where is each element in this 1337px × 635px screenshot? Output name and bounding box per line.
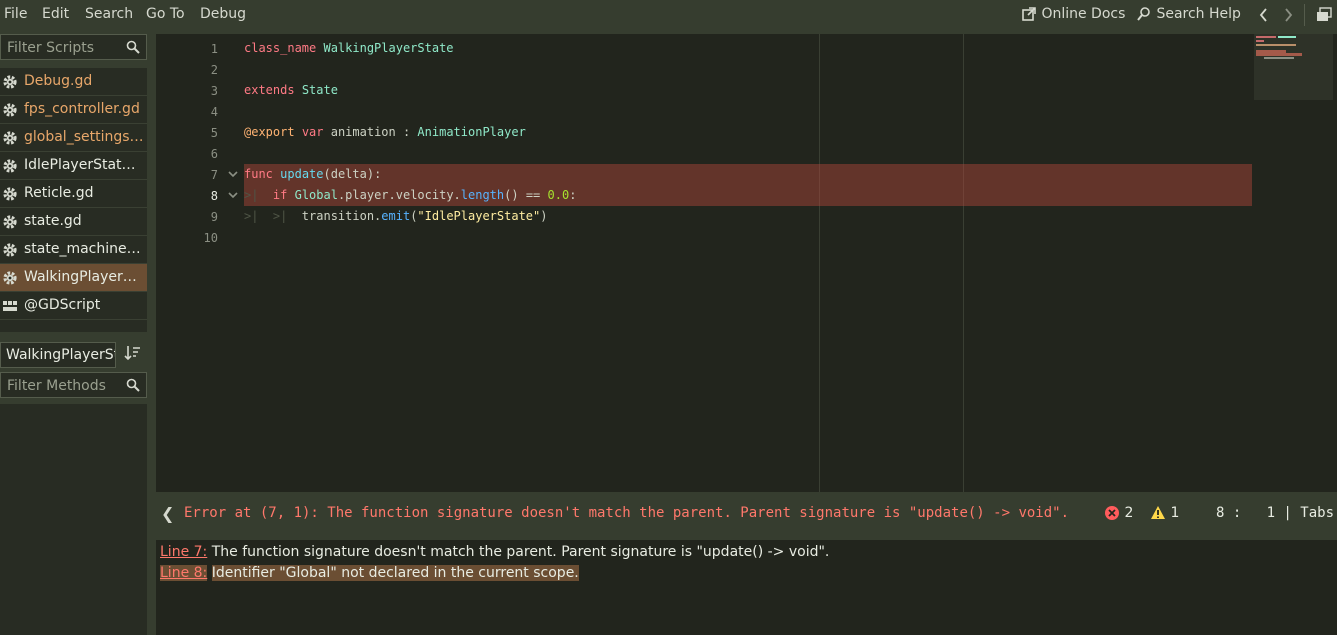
filter-scripts-box: [0, 34, 147, 60]
line-number: 1: [210, 42, 218, 56]
filter-methods-input[interactable]: [5, 376, 124, 396]
code-line-error: func update(delta):: [244, 164, 1252, 185]
cursor-position[interactable]: 8 : 1 | Tabs: [1216, 505, 1334, 521]
menu-go-to[interactable]: Go To: [146, 6, 185, 22]
collapse-chevron-icon[interactable]: ❮: [161, 504, 174, 523]
filter-methods-box: [0, 372, 147, 398]
line-number: 4: [210, 105, 218, 119]
help-search-icon: [1137, 7, 1150, 21]
search-icon: [126, 40, 140, 54]
error-entry: Line 7: The function signature doesn't m…: [160, 544, 829, 560]
gear-icon: [3, 159, 17, 173]
fold-chevron-icon[interactable]: [228, 191, 238, 199]
script-item-label: @GDScript: [24, 297, 101, 313]
script-item[interactable]: Debug.gd: [0, 68, 147, 96]
external-link-icon: [1022, 7, 1036, 21]
window-icon[interactable]: [1316, 7, 1332, 23]
chevron-right-icon[interactable]: [1282, 8, 1294, 22]
line-number: 2: [210, 63, 218, 77]
code-line: extends State: [244, 83, 338, 97]
line-number: 9: [210, 210, 218, 224]
chevron-left-icon[interactable]: [1258, 8, 1270, 22]
error-line-link[interactable]: Line 8:: [160, 565, 208, 581]
script-item-label: Reticle.gd: [24, 185, 94, 201]
status-bar: ❮ Error at (7, 1): The function signatur…: [156, 492, 1337, 540]
error-text: Identifier "Global" not declared in the …: [211, 565, 579, 581]
gear-icon: [3, 215, 17, 229]
script-item-label: IdlePlayerState....: [24, 157, 144, 173]
line-number: 7: [210, 168, 218, 182]
line-number: 10: [203, 231, 218, 245]
filter-scripts-input[interactable]: [5, 38, 124, 58]
script-item-label: state_machine....: [24, 241, 144, 257]
gear-icon: [3, 103, 17, 117]
toolbar-divider: [1304, 4, 1305, 26]
error-icon: [1105, 506, 1119, 520]
methods-list: [0, 404, 147, 635]
sort-icon[interactable]: [124, 344, 142, 362]
class-name-input[interactable]: [4, 346, 115, 364]
code-line: class_name WalkingPlayerState: [244, 41, 454, 55]
script-item-label: WalkingPlayerS...: [24, 269, 144, 285]
script-item-label: fps_controller.gd: [24, 101, 140, 117]
line-number: 3: [210, 84, 218, 98]
script-list: Debug.gd fps_controller.gd global_settings…: [0, 68, 147, 332]
code-line: >| >| transition.emit("IdlePlayerState"): [244, 209, 548, 223]
code-line-error: >| if Global.player.velocity.length() ==…: [244, 185, 1252, 206]
script-item-label: Debug.gd: [24, 73, 93, 89]
error-entry: Line 8: Identifier "Global" not declared…: [160, 565, 579, 581]
menu-bar: File Edit Search Go To Debug Online Docs…: [0, 0, 1337, 30]
code-line: @export var animation : AnimationPlayer: [244, 125, 526, 139]
gear-icon: [3, 271, 17, 285]
line-number: 6: [210, 147, 218, 161]
gear-icon: [3, 131, 17, 145]
script-item-label: state.gd: [24, 213, 82, 229]
error-text: The function signature doesn't match the…: [211, 544, 830, 560]
error-count-value: 2: [1124, 505, 1134, 521]
script-item[interactable]: state.gd: [0, 208, 147, 236]
script-item[interactable]: @GDScript: [0, 292, 147, 320]
error-line-link[interactable]: Line 7:: [160, 544, 207, 560]
script-item-label: global_settings....: [24, 129, 144, 145]
search-help-label: Search Help: [1156, 6, 1241, 22]
minimap[interactable]: [1254, 34, 1333, 100]
code-editor[interactable]: 1 2 3 4 5 6 7 8 9 10 class_name WalkingPlayerStat…: [156, 34, 1337, 492]
doc-icon: [3, 301, 17, 311]
search-icon: [126, 378, 140, 392]
script-item[interactable]: WalkingPlayerS...: [0, 264, 147, 292]
menu-search[interactable]: Search: [85, 6, 133, 22]
gear-icon: [3, 75, 17, 89]
menu-debug[interactable]: Debug: [200, 6, 246, 22]
script-item[interactable]: global_settings....: [0, 124, 147, 152]
script-item[interactable]: fps_controller.gd: [0, 96, 147, 124]
online-docs-button[interactable]: Online Docs: [1021, 6, 1125, 22]
warning-count[interactable]: 1: [1150, 505, 1179, 521]
class-name-field[interactable]: [0, 342, 116, 368]
script-item[interactable]: IdlePlayerState....: [0, 152, 147, 180]
warning-count-value: 1: [1170, 505, 1180, 521]
line-number: 5: [210, 126, 218, 140]
search-help-button[interactable]: Search Help: [1136, 6, 1241, 22]
error-count[interactable]: 2: [1104, 505, 1133, 521]
errors-panel: Line 7: The function signature doesn't m…: [156, 540, 1337, 635]
gear-icon: [3, 187, 17, 201]
script-item[interactable]: state_machine....: [0, 236, 147, 264]
menu-edit[interactable]: Edit: [42, 6, 69, 22]
status-error-message[interactable]: Error at (7, 1): The function signature …: [184, 505, 1069, 521]
menu-file[interactable]: File: [4, 6, 27, 22]
script-item[interactable]: Reticle.gd: [0, 180, 147, 208]
line-number: 8: [210, 189, 218, 203]
warning-icon: [1151, 506, 1165, 519]
online-docs-label: Online Docs: [1041, 6, 1126, 22]
script-panel: Debug.gd fps_controller.gd global_settings…: [0, 30, 156, 635]
fold-chevron-icon[interactable]: [228, 170, 238, 178]
gear-icon: [3, 243, 17, 257]
